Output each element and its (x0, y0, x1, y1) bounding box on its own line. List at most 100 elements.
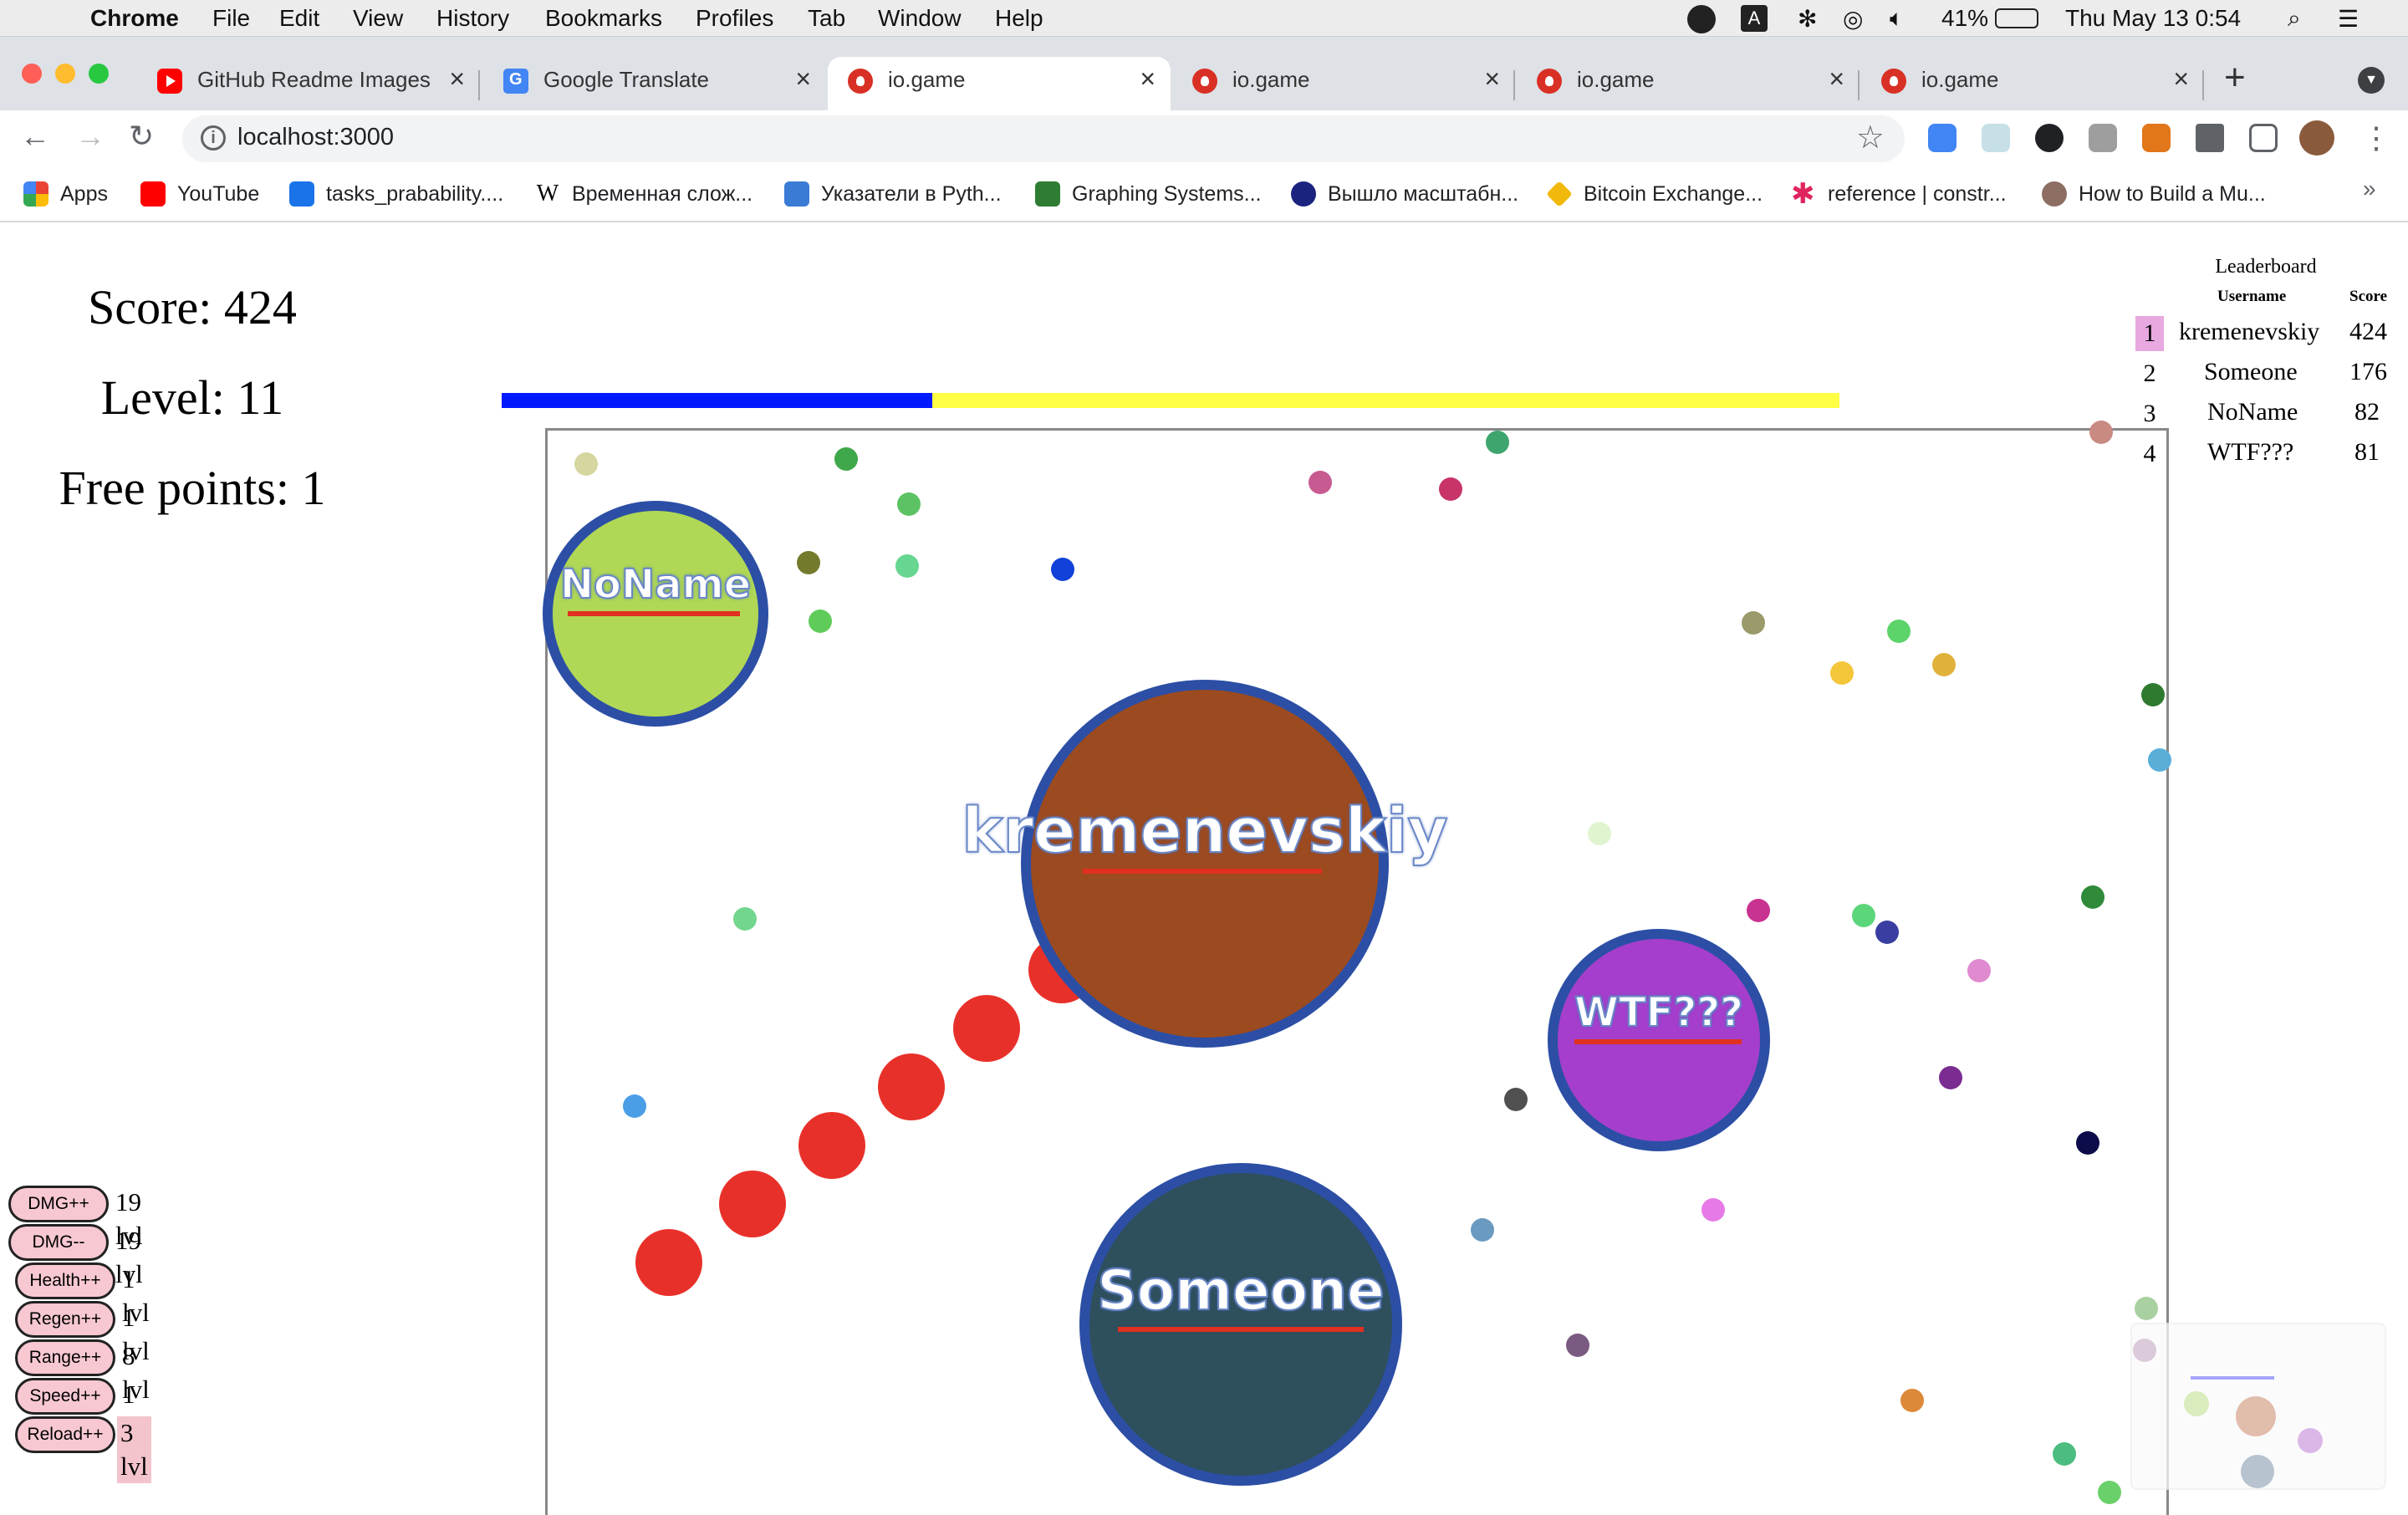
food-dot (2076, 1131, 2099, 1155)
tab-io-game[interactable]: io.game × (1517, 57, 1860, 110)
site-info-icon[interactable]: i (201, 125, 226, 150)
upgrade-level: 3 lvl (117, 1416, 151, 1483)
leaderboard-rank: 2 (2143, 360, 2156, 387)
leaderboard-username: NoName (2207, 398, 2298, 426)
leaderboard-username: Someone (2204, 358, 2298, 385)
battery-icon[interactable] (1995, 8, 2038, 28)
tab-close-icon[interactable]: × (449, 64, 465, 94)
google-translate-icon (503, 69, 528, 94)
upgrade-health-button[interactable]: Health++ (15, 1262, 115, 1299)
food-dot (1900, 1389, 1924, 1412)
reading-list-icon[interactable] (2249, 124, 2278, 152)
tab-close-icon[interactable]: × (795, 64, 811, 94)
airplay-icon[interactable]: ◎ (1843, 5, 1863, 33)
game-arena[interactable]: NoName kremenevskiy WTF??? Someone (543, 421, 2171, 1515)
upgrade-reload-button[interactable]: Reload++ (15, 1416, 115, 1453)
upgrade-dmg-minus-button[interactable]: DMG-- (8, 1224, 109, 1261)
health-bar (1118, 1327, 1364, 1332)
menu-edit[interactable]: Edit (279, 5, 319, 32)
bookmark-star-icon[interactable]: ☆ (1856, 119, 1885, 156)
window-zoom-button[interactable] (89, 64, 109, 84)
tab-google-translate[interactable]: Google Translate × (483, 57, 826, 110)
food-dot (1566, 1334, 1589, 1357)
tab-close-icon[interactable]: × (2173, 64, 2189, 94)
tab-title: Google Translate (543, 67, 710, 92)
spotlight-search-icon[interactable]: ⌕ (2288, 5, 2301, 33)
chrome-menu-icon[interactable]: ⋮ (2361, 120, 2391, 156)
thumbnail-dot (2241, 1455, 2274, 1488)
tab-io-game-active[interactable]: io.game × (828, 57, 1171, 110)
food-dot (1830, 661, 1854, 685)
io-game-icon (1537, 69, 1562, 94)
menu-tab[interactable]: Tab (808, 5, 845, 32)
menu-history[interactable]: History (436, 5, 509, 32)
upgrade-speed-button[interactable]: Speed++ (15, 1378, 115, 1415)
menu-app-name[interactable]: Chrome (90, 5, 179, 32)
tab-io-game[interactable]: io.game × (1861, 57, 2204, 110)
tab-io-game[interactable]: io.game × (1172, 57, 1515, 110)
status-app-icon[interactable] (1687, 5, 1716, 33)
control-center-icon[interactable]: ☰ (2338, 5, 2359, 33)
food-dot (1887, 620, 1911, 643)
upgrade-dmg-plus-button[interactable]: DMG++ (8, 1186, 109, 1222)
site-favicon (1035, 181, 1060, 207)
menu-view[interactable]: View (353, 5, 403, 32)
volume-icon[interactable]: 🔈︎ (1890, 5, 1904, 33)
tab-github-readme[interactable]: GitHub Readme Images T × (137, 57, 480, 110)
window-minimize-button[interactable] (55, 64, 75, 84)
clock[interactable]: Thu May 13 0:54 (2065, 5, 2241, 32)
url-text[interactable]: localhost:3000 (237, 124, 394, 151)
upgrade-regen-button[interactable]: Regen++ (15, 1301, 115, 1338)
food-dot (1852, 904, 1875, 927)
leaderboard-rank: 3 (2143, 400, 2156, 427)
extension-w-icon[interactable] (2035, 124, 2064, 152)
bookmarks-overflow-icon[interactable]: » (2363, 176, 2376, 202)
apps-grid-icon (23, 181, 48, 207)
menu-bookmarks[interactable]: Bookmarks (545, 5, 662, 32)
io-game-icon (1192, 69, 1217, 94)
extensions-puzzle-icon[interactable] (2196, 124, 2224, 152)
extension-icon[interactable] (1982, 124, 2010, 152)
food-dot (1309, 471, 1332, 494)
address-bar[interactable]: i localhost:3000 ☆ (182, 115, 1905, 162)
site-favicon (1291, 181, 1316, 207)
tab-divider (1858, 70, 1860, 100)
tab-search-icon[interactable]: ▼ (2358, 67, 2385, 94)
upgrade-range-button[interactable]: Range++ (15, 1339, 115, 1376)
screenshot-thumbnail[interactable] (2130, 1323, 2386, 1490)
window-close-button[interactable] (22, 64, 42, 84)
extension-js-icon[interactable] (2089, 124, 2117, 152)
bullet (878, 1053, 945, 1120)
bluetooth-icon[interactable]: ✻ (1798, 5, 1817, 33)
tab-title: io.game (1921, 67, 1999, 92)
menu-profiles[interactable]: Profiles (696, 5, 773, 32)
food-dot (2081, 885, 2104, 909)
experience-bar (502, 393, 1839, 408)
food-dot (834, 447, 858, 471)
metamask-fox-icon[interactable] (2142, 124, 2171, 152)
new-tab-button[interactable]: + (2224, 57, 2246, 99)
menu-file[interactable]: File (212, 5, 250, 32)
player-name: Someone (1096, 1257, 1385, 1324)
food-dot (1486, 431, 1509, 454)
battery-percent: 41% (1941, 5, 1989, 31)
input-source-icon[interactable]: A (1741, 5, 1768, 32)
reload-icon[interactable]: ↻ (129, 119, 154, 154)
tab-divider (478, 70, 480, 100)
tab-close-icon[interactable]: × (1140, 64, 1156, 94)
tab-close-icon[interactable]: × (1829, 64, 1844, 94)
menu-window[interactable]: Window (878, 5, 962, 32)
profile-avatar[interactable] (2299, 120, 2334, 156)
back-arrow-icon[interactable]: ← (20, 119, 50, 154)
menu-help[interactable]: Help (995, 5, 1043, 32)
tab-close-icon[interactable]: × (1484, 64, 1500, 94)
health-bar (1574, 1039, 1742, 1044)
forward-arrow-icon[interactable]: → (75, 119, 105, 154)
food-dot (733, 907, 757, 931)
player-name-someone-wrap: Someone (1079, 1257, 1402, 1332)
food-dot (2089, 421, 2113, 444)
io-game-icon (848, 69, 873, 94)
translate-extension-icon[interactable] (1928, 124, 1956, 152)
leaderboard-title: Leaderboard (2215, 256, 2317, 278)
player-name-wtf-wrap: WTF??? (1548, 988, 1770, 1044)
